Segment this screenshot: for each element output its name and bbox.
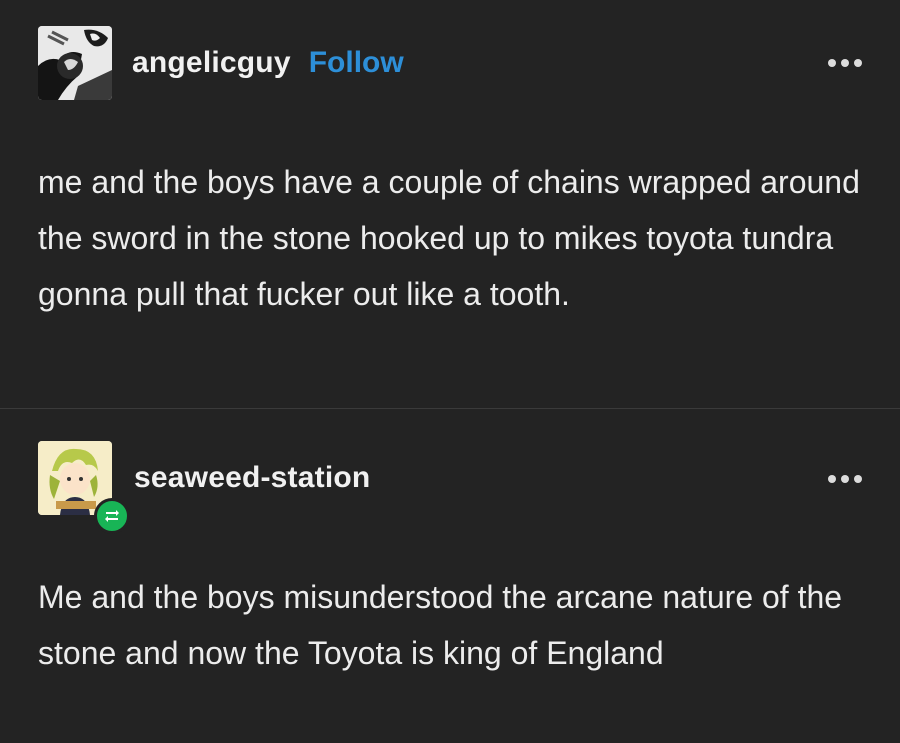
reblog-icon	[94, 498, 130, 534]
post-header: angelicguy Follow	[38, 26, 404, 100]
follow-button[interactable]: Follow	[309, 46, 404, 80]
avatar-wrapper	[38, 441, 130, 534]
username[interactable]: angelicguy	[132, 46, 291, 80]
post-header: seaweed-station	[38, 441, 370, 534]
post-original: angelicguy Follow me and the boys have a…	[0, 0, 900, 408]
more-options-icon[interactable]	[828, 59, 862, 67]
post-body-text: me and the boys have a couple of chains …	[38, 164, 860, 312]
username[interactable]: seaweed-station	[134, 461, 370, 495]
post-body-text: Me and the boys misunderstood the arcane…	[38, 579, 843, 671]
post-reply: seaweed-station Me and the boys misunder…	[0, 408, 900, 743]
avatar-angelicguy[interactable]	[38, 26, 112, 100]
more-options-icon[interactable]	[828, 475, 862, 483]
